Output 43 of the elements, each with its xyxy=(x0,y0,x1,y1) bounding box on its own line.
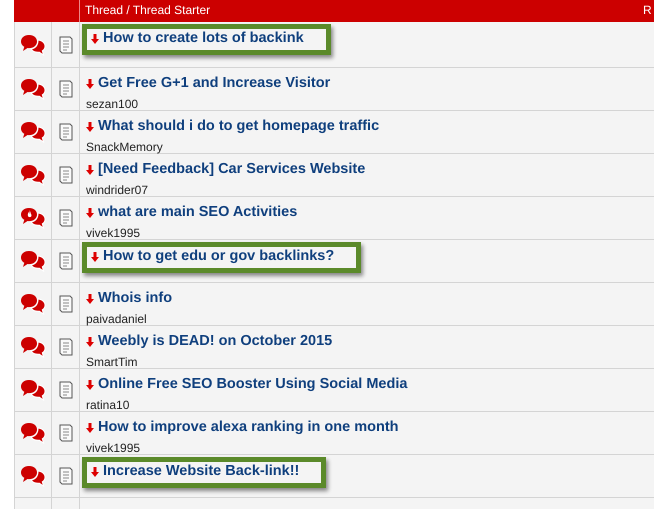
down-arrow-icon xyxy=(86,208,94,218)
highlighted-thread-title-link[interactable]: Increase Website Back-link!! xyxy=(82,457,326,488)
down-arrow-icon xyxy=(91,466,99,477)
document-icon xyxy=(58,424,72,442)
thread-starter-link[interactable]: SnackMemory xyxy=(86,140,163,155)
document-icon xyxy=(58,123,72,141)
down-arrow-icon xyxy=(91,252,99,262)
column-header[interactable]: Thread / Thread Starter xyxy=(80,0,210,22)
highlighted-thread-title-link[interactable]: How to get edu or gov backlinks? xyxy=(82,242,362,274)
document-icon xyxy=(58,381,72,399)
thread-title-link[interactable]: Online Free SEO Booster Using Social Media xyxy=(86,376,408,394)
thread-title-link[interactable]: Whois info xyxy=(86,290,172,308)
thread-starter-link[interactable]: vivek1995 xyxy=(86,441,140,456)
document-icon xyxy=(58,467,72,485)
document-icon xyxy=(58,209,72,227)
down-arrow-icon xyxy=(86,380,94,390)
down-arrow-icon xyxy=(86,122,94,132)
down-arrow-icon xyxy=(86,79,94,89)
down-arrow-icon xyxy=(86,165,94,175)
document-icon xyxy=(58,295,72,313)
thread-title-link[interactable]: Weebly is DEAD! on October 2015 xyxy=(86,333,332,351)
down-arrow-icon xyxy=(86,423,94,433)
down-arrow-icon xyxy=(91,34,99,44)
thread-starter-link[interactable]: windrider07 xyxy=(86,183,148,198)
document-icon xyxy=(58,252,72,270)
thread-title-link[interactable]: What should i do to get homepage traffic xyxy=(86,118,380,136)
document-icon xyxy=(58,338,72,356)
down-arrow-icon xyxy=(86,294,94,304)
thread-title-link[interactable]: Get Free G+1 and Increase Visitor xyxy=(86,75,330,93)
thread-title-link[interactable]: what are main SEO Activities xyxy=(86,204,298,222)
thread-starter-link[interactable]: SmartTim xyxy=(86,355,138,370)
document-icon xyxy=(58,166,72,184)
column-header[interactable]: R xyxy=(643,3,652,18)
document-icon xyxy=(58,80,72,98)
down-arrow-icon xyxy=(86,337,94,347)
thread-starter-link[interactable]: paivadaniel xyxy=(86,312,147,327)
document-icon xyxy=(58,36,72,54)
thread-title-link[interactable]: [Need Feedback] Car Services Website xyxy=(86,161,366,179)
thread-title-link[interactable]: How to improve alexa ranking in one month xyxy=(86,419,399,437)
thread-starter-link[interactable]: ratina10 xyxy=(86,398,130,413)
thread-starter-link[interactable]: vivek1995 xyxy=(86,226,140,241)
highlighted-thread-title-link[interactable]: How to create lots of backink xyxy=(82,24,331,56)
thread-starter-link[interactable]: sezan100 xyxy=(86,97,138,112)
